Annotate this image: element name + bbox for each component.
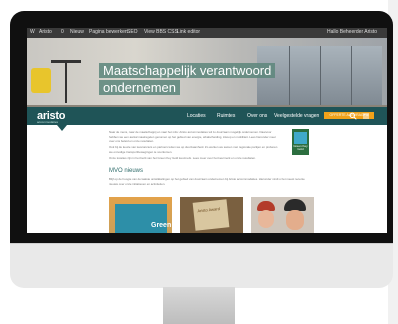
- mvo-news-heading: MVO nieuws: [109, 168, 144, 174]
- person-face-image: [286, 210, 304, 230]
- green-key-label: Green Key Gold: [293, 144, 308, 152]
- admin-bar-item[interactable]: Nieuw: [70, 29, 84, 35]
- site-logo-subtitle: accommodaties: [37, 120, 59, 124]
- monitor-chin: [10, 243, 393, 288]
- hero-window-frame: [320, 46, 321, 111]
- nav-item-ruimtes[interactable]: Ruimtes: [217, 113, 235, 119]
- hero-title-line1: Maatschappelijk verantwoord: [99, 63, 276, 78]
- wp-admin-bar: W Aristo 0 Nieuw Pagina bewerken SEO Vie…: [27, 28, 387, 38]
- admin-bar-item[interactable]: View BBS CSS: [144, 29, 178, 35]
- person-face-image: [258, 210, 274, 228]
- green-sign-text: Green: [151, 222, 172, 229]
- award-certificate-text: Aristo Award: [197, 206, 221, 214]
- news-thumbnail-green[interactable]: Green: [109, 197, 172, 233]
- nav-item-veelgestelde-vragen[interactable]: Veelgestelde vragen: [274, 113, 319, 119]
- admin-bar-item[interactable]: 0: [61, 29, 64, 35]
- hero-table-leg: [65, 63, 67, 103]
- news-thumbnail-people[interactable]: [251, 197, 314, 233]
- green-sign-image: Green: [115, 204, 171, 233]
- monitor-screen: W Aristo 0 Nieuw Pagina bewerken SEO Vie…: [27, 28, 387, 233]
- nav-item-over-ons[interactable]: Over ons: [247, 113, 267, 119]
- admin-bar-item[interactable]: Pagina bewerken: [89, 29, 128, 35]
- green-key-badge[interactable]: Green Key Gold: [292, 129, 309, 155]
- admin-bar-item[interactable]: SEO: [127, 29, 138, 35]
- menu-icon[interactable]: [362, 112, 370, 120]
- suppliers-paragraph: Ook bij de keuze van leveranciers en par…: [109, 145, 278, 154]
- search-icon[interactable]: [349, 112, 357, 120]
- news-thumbnail-award[interactable]: Aristo Award: [180, 197, 243, 233]
- admin-bar-item[interactable]: W: [30, 29, 35, 35]
- hero-title-line2: ondernemen: [99, 80, 180, 95]
- admin-bar-item[interactable]: Aristo: [39, 29, 52, 35]
- admin-bar-item[interactable]: Link editor: [177, 29, 200, 35]
- hero-window-frame: [289, 46, 290, 111]
- green-key-paragraph: Onze locaties zijn in het bezit van het …: [109, 156, 256, 160]
- nav-item-locaties[interactable]: Locaties: [187, 113, 206, 119]
- hero-chair: [31, 68, 51, 93]
- mvo-news-intro: Blijf op de hoogte van de laatste ontwik…: [109, 177, 305, 186]
- hero-window-frame: [351, 46, 352, 111]
- award-certificate-image: Aristo Award: [192, 199, 230, 231]
- green-key-icon: [294, 132, 307, 144]
- nav-pointer: [57, 125, 67, 131]
- intro-paragraph: Naar de mens, naar de maatschappij en na…: [109, 130, 276, 144]
- monitor-stand: [163, 287, 235, 324]
- admin-bar-account[interactable]: Hallo Beheerder Aristo: [327, 29, 377, 35]
